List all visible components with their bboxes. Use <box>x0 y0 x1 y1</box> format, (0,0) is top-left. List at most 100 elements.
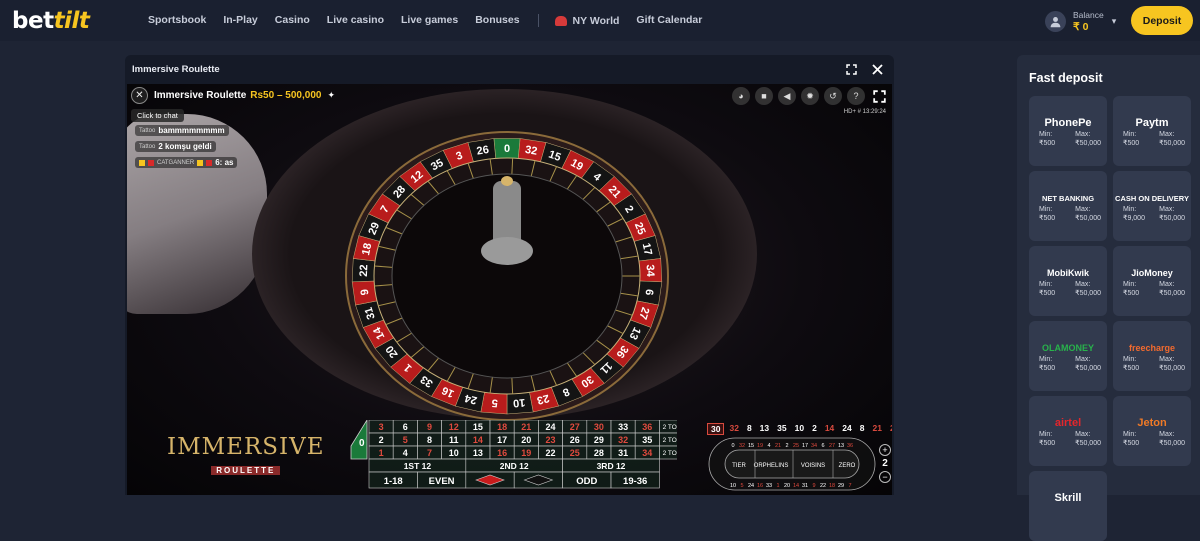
max-value: ₹50,000 <box>1159 290 1185 297</box>
pin-icon[interactable]: ✦ <box>327 90 335 101</box>
chat-message: Tattoo 2 komşu geldi <box>135 141 216 152</box>
payment-method-card[interactable]: OLAMONEY Min: ₹500 Max: ₹50,000 <box>1029 321 1107 391</box>
racetrack-number[interactable]: 16 <box>757 483 763 489</box>
brand-title: IMMERSIVE <box>167 434 325 460</box>
racetrack-number[interactable]: 15 <box>748 443 754 449</box>
racetrack-number[interactable]: 21 <box>775 443 781 449</box>
racetrack-number[interactable]: 22 <box>820 483 826 489</box>
chat-button[interactable]: Click to chat <box>131 109 184 122</box>
racetrack-number[interactable]: 32 <box>739 443 745 449</box>
racetrack-number[interactable]: 7 <box>848 483 851 489</box>
racetrack-number[interactable]: 17 <box>802 443 808 449</box>
close-game-icon[interactable]: ✕ <box>131 87 148 104</box>
flag-icon <box>139 159 145 166</box>
user-avatar-icon[interactable] <box>1045 10 1066 32</box>
chat-text: 2 komşu geldi <box>158 142 212 151</box>
fullscreen-icon[interactable] <box>844 62 858 76</box>
payment-method-card[interactable]: Jeton Min: ₹500 Max: ₹50,000 <box>1113 396 1191 466</box>
nav-sportsbook[interactable]: Sportsbook <box>148 14 206 27</box>
nav-live-games[interactable]: Live games <box>401 14 458 27</box>
racetrack-number[interactable]: 10 <box>730 483 736 489</box>
racetrack-number[interactable]: 6 <box>821 443 824 449</box>
help-icon[interactable]: ? <box>847 87 865 105</box>
racetrack-number[interactable]: 20 <box>784 483 790 489</box>
live-video[interactable]: 0 32 15 19 4 21 2 25 17 34 6 27 13 36 11 30 8 23 10 5 24 16 33… <box>127 84 892 495</box>
video-game-title: Immersive Roulette <box>154 90 247 101</box>
payment-method-card[interactable]: airtel Min: ₹500 Max: ₹50,000 <box>1029 396 1107 466</box>
close-icon[interactable] <box>870 62 884 76</box>
bet-number: 8 <box>427 435 432 445</box>
payment-method-card[interactable]: Paytm Min: ₹500 Max: ₹50,000 <box>1113 96 1191 166</box>
racetrack-number[interactable]: 25 <box>793 443 799 449</box>
payment-method-card[interactable]: JioMoney Min: ₹500 Max: ₹50,000 <box>1113 246 1191 316</box>
racetrack-section-label[interactable]: TIER <box>732 463 746 469</box>
racetrack-number[interactable]: 29 <box>838 483 844 489</box>
racetrack-number[interactable]: 2 <box>785 443 788 449</box>
racetrack-section-label[interactable]: ORPHELINS <box>754 463 789 469</box>
payment-method-card[interactable]: freecharge Min: ₹500 Max: ₹50,000 <box>1113 321 1191 391</box>
bet-number: 18 <box>497 422 507 432</box>
racetrack-number[interactable]: 18 <box>829 483 835 489</box>
bet-number: 32 <box>618 435 628 445</box>
racetrack-number[interactable]: 9 <box>812 483 815 489</box>
racetrack-number[interactable]: 36 <box>847 443 853 449</box>
nav-bonuses[interactable]: Bonuses <box>475 14 519 27</box>
balance-value: ₹ 0 <box>1073 21 1089 33</box>
volume-icon[interactable]: ◀ <box>778 87 796 105</box>
racetrack-number[interactable]: 19 <box>757 443 763 449</box>
bet-number: 11 <box>449 435 459 445</box>
payment-method-card[interactable]: CASH ON DELIVERY Min: ₹9,000 Max: ₹50,000 <box>1113 171 1191 241</box>
chat-bubbles-icon[interactable]: ◕ <box>732 87 750 105</box>
racetrack-number[interactable]: 5 <box>740 483 743 489</box>
balance-widget[interactable]: Balance ₹ 0 ▾ <box>1045 9 1116 33</box>
nav-gift-calendar[interactable]: Gift Calendar <box>636 14 702 27</box>
deposit-button[interactable]: Deposit <box>1131 6 1193 35</box>
bet-number: 15 <box>473 422 483 432</box>
wheel-number: 10 <box>513 396 526 409</box>
nav-divider <box>537 14 539 27</box>
nav-live-casino[interactable]: Live casino <box>327 14 384 27</box>
racetrack-number[interactable]: 14 <box>793 483 799 489</box>
plus-icon[interactable]: + <box>879 444 891 456</box>
nav-ny-world[interactable]: NY World <box>554 14 619 27</box>
racetrack-number[interactable]: 4 <box>767 443 770 449</box>
nav-in-play[interactable]: In-Play <box>223 14 257 27</box>
payment-method-card[interactable]: NET BANKING Min: ₹500 Max: ₹50,000 <box>1029 171 1107 241</box>
betting-table[interactable]: 03691215182124273033362 TO 1258111417202… <box>347 420 677 495</box>
payment-method-card[interactable]: MobiKwik Min: ₹500 Max: ₹50,000 <box>1029 246 1107 316</box>
fast-deposit-panel: Fast deposit PhonePe Min: ₹500 Max: ₹50,000 P… <box>1017 55 1200 541</box>
chevron-down-icon[interactable]: ▾ <box>1112 16 1117 27</box>
racetrack-number[interactable]: 13 <box>838 443 844 449</box>
flag-icon <box>148 159 154 166</box>
history-icon[interactable]: ↺ <box>824 87 842 105</box>
payment-method-card[interactable]: Skrill <box>1029 471 1107 541</box>
wheel-number: 17 <box>640 242 654 257</box>
min-value: ₹9,000 <box>1123 215 1145 222</box>
racetrack-section-label[interactable]: ZERO <box>839 463 856 469</box>
bet-number: 19 <box>521 448 531 458</box>
min-value: ₹500 <box>1039 215 1056 222</box>
racetrack-number[interactable]: 27 <box>829 443 835 449</box>
settings-gear-icon[interactable]: ✹ <box>801 87 819 105</box>
nav-casino[interactable]: Casino <box>275 14 310 27</box>
racetrack-number[interactable]: 33 <box>766 483 772 489</box>
racetrack-number[interactable]: 31 <box>802 483 808 489</box>
camera-icon[interactable]: ■ <box>755 87 773 105</box>
bet-number: 22 <box>545 448 555 458</box>
minus-icon[interactable]: − <box>879 471 891 483</box>
expand-icon[interactable] <box>870 87 888 105</box>
racetrack-number[interactable]: 1 <box>776 483 779 489</box>
min-value: ₹500 <box>1123 140 1140 147</box>
bet-number: 35 <box>642 435 652 445</box>
racetrack-number[interactable]: 0 <box>731 443 734 449</box>
game-panel: Immersive Roulette 0 32 15 19 4 21 2 25 17 34 6 27 1… <box>125 55 894 495</box>
racetrack-number[interactable]: 34 <box>811 443 817 449</box>
payment-method-card[interactable]: PhonePe Min: ₹500 Max: ₹50,000 <box>1029 96 1107 166</box>
min-label: Min: <box>1123 356 1137 363</box>
racetrack[interactable]: 0 32 15 19 4 21 2 25 17 34 6 27 13 36 10 5 24 16 33 1 20 14 31… <box>707 436 877 494</box>
racetrack-section-label[interactable]: VOISINS <box>801 463 825 469</box>
history-result: 21 <box>887 423 892 435</box>
site-logo[interactable]: bettilt <box>12 8 90 34</box>
racetrack-number[interactable]: 24 <box>748 483 754 489</box>
min-label: Min: <box>1039 131 1053 138</box>
